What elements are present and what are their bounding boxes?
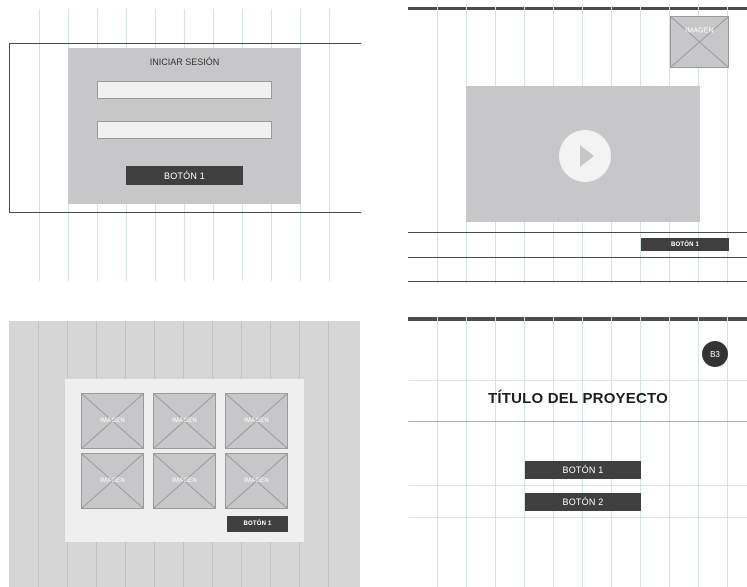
primary-button[interactable]: BOTÓN 1 — [525, 461, 641, 479]
grid-column-line — [38, 321, 39, 587]
top-bar — [408, 317, 747, 321]
video-player[interactable] — [466, 86, 700, 222]
image-placeholder: IMAGEN — [670, 16, 729, 68]
frame-bottom-line — [9, 212, 361, 213]
guide-line — [408, 517, 747, 518]
image-label: IMAGEN — [244, 478, 269, 484]
divider-line — [408, 232, 747, 233]
gallery-card: IMAGEN IMAGEN IMAGEN IMAGEN IMAGEN IMAGE… — [65, 379, 304, 542]
gallery-image[interactable]: IMAGEN — [153, 393, 216, 449]
project-title: TÍTULO DEL PROYECTO — [488, 390, 668, 407]
play-icon[interactable] — [559, 130, 611, 182]
divider-line — [408, 421, 747, 422]
gallery-button[interactable]: BOTÓN 1 — [227, 516, 288, 532]
login-title: INICIAR SESIÓN — [149, 57, 220, 67]
gallery-image[interactable]: IMAGEN — [153, 453, 216, 509]
username-field[interactable] — [97, 81, 272, 99]
project-wireframe-panel: B3 TÍTULO DEL PROYECTO BOTÓN 1 BOTÓN 2 — [408, 317, 747, 587]
password-field[interactable] — [97, 121, 272, 139]
frame-left-line — [9, 43, 10, 213]
action-button[interactable]: BOTÓN 1 — [641, 238, 729, 251]
image-label: IMAGEN — [100, 418, 125, 424]
image-label: IMAGEN — [172, 418, 197, 424]
gallery-image[interactable]: IMAGEN — [225, 453, 288, 509]
page-badge: B3 — [702, 341, 728, 367]
image-label: IMAGEN — [100, 478, 125, 484]
grid-column-line — [39, 9, 40, 281]
grid-column-line — [524, 317, 525, 587]
divider-line — [408, 257, 747, 258]
grid-column-line — [328, 321, 329, 587]
image-label: IMAGEN — [244, 418, 269, 424]
image-label: IMAGEN — [172, 478, 197, 484]
login-card: INICIAR SESIÓN BOTÓN 1 — [68, 48, 301, 204]
grid-column-line — [611, 317, 612, 587]
frame-top-line — [9, 43, 361, 44]
grid-column-line — [669, 317, 670, 587]
divider-line — [408, 281, 747, 282]
gallery-wireframe-panel: IMAGEN IMAGEN IMAGEN IMAGEN IMAGEN IMAGE… — [9, 321, 360, 587]
secondary-button[interactable]: BOTÓN 2 — [525, 493, 641, 511]
top-bar — [408, 7, 747, 10]
video-wireframe-panel: IMAGEN BOTÓN 1 — [408, 7, 747, 283]
grid-column-line — [437, 317, 438, 587]
gallery-image[interactable]: IMAGEN — [81, 453, 144, 509]
grid-column-line — [466, 317, 467, 587]
image-label: IMAGEN — [685, 27, 714, 35]
gallery-image[interactable]: IMAGEN — [225, 393, 288, 449]
grid-column-line — [553, 317, 554, 587]
gallery-image[interactable]: IMAGEN — [81, 393, 144, 449]
grid-column-line — [640, 317, 641, 587]
grid-column-line — [698, 317, 699, 587]
grid-column-line — [582, 317, 583, 587]
grid-column-line — [495, 317, 496, 587]
guide-line — [408, 485, 747, 486]
grid-column-line — [329, 9, 330, 281]
grid-column-line — [437, 7, 438, 283]
login-button[interactable]: BOTÓN 1 — [126, 166, 243, 185]
image-placeholder-cross — [671, 17, 728, 67]
login-wireframe-panel: INICIAR SESIÓN BOTÓN 1 — [9, 9, 361, 281]
guide-line — [408, 380, 747, 381]
